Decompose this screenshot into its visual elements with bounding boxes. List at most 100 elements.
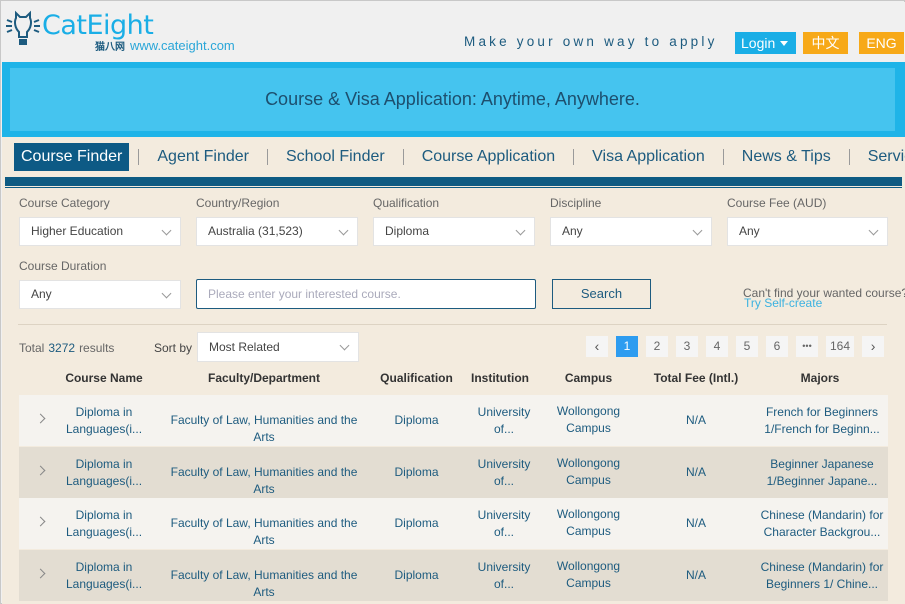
nav-services[interactable]: Services [859,143,905,171]
logo[interactable]: CatEight 猫八网 [6,10,154,53]
expand-row-chevron-icon[interactable] [35,568,46,579]
cell-majors: Chinese (Mandarin) for Character Backgrou… [757,507,887,540]
cell-course-name[interactable]: Diploma in Languages(i... [54,559,154,592]
cell-institution: University of... [464,559,544,592]
pagination-ellipsis[interactable]: ••• [796,336,818,357]
table-row[interactable]: Diploma in Languages(i... Faculty of Law, … [19,498,888,549]
divider [18,324,887,325]
nav-underline-thin [5,187,902,188]
cell-campus: Wollongong Campus [546,403,631,436]
chevron-down-icon [515,225,526,236]
column-header-faculty[interactable]: Faculty/Department [159,371,369,385]
majors-line: Chinese (Mandarin) for [760,560,884,574]
column-header-majors[interactable]: Majors [759,371,881,385]
login-label: Login [741,35,776,51]
site-url[interactable]: www.cateight.com [130,38,235,53]
institution-line: University [477,508,531,522]
majors-line: 1/French for Beginn... [764,421,880,436]
pagination-page-5[interactable]: 5 [736,336,758,357]
logo-chinese-text: 猫八网 [95,42,125,53]
pagination-page-last[interactable]: 164 [826,336,855,357]
discipline-select[interactable]: Any [550,217,712,246]
results-total: Total 3272 results [19,341,114,355]
course-name-line: Languages(i... [65,524,143,539]
banner-text: Course & Visa Application: Anytime, Anyw… [265,89,640,109]
course-name-line: Languages(i... [65,421,143,436]
language-english-button[interactable]: ENG [859,32,904,54]
campus-line: Wollongong [556,456,621,470]
cell-total-fee: N/A [685,568,706,582]
cell-course-name[interactable]: Diploma in Languages(i... [54,456,154,489]
nav-news-tips[interactable]: News & Tips [733,143,840,171]
pagination-page-6[interactable]: 6 [766,336,788,357]
cell-faculty: Faculty of Law, Humanities and the Arts [170,568,358,599]
search-button[interactable]: Search [552,279,651,309]
nav-separator [848,149,850,165]
cell-course-name[interactable]: Diploma in Languages(i... [54,507,154,540]
pagination-page-4[interactable]: 4 [706,336,728,357]
chevron-down-icon [161,288,172,299]
header: CatEight 猫八网 www.cateight.com Make your … [2,2,905,62]
nav-separator [573,149,575,165]
cell-majors: French for Beginners 1/French for Beginn.… [757,404,887,437]
discipline-label: Discipline [550,196,602,210]
banner: Course & Visa Application: Anytime, Anyw… [2,62,905,137]
course-category-select[interactable]: Higher Education [19,217,181,246]
course-search-input[interactable] [196,279,536,309]
campus-line: Campus [566,575,611,590]
language-chinese-button[interactable]: 中文 [803,32,848,54]
cell-faculty: Faculty of Law, Humanities and the Arts [170,465,358,496]
majors-line: 1/Beginner Japane... [766,473,878,488]
pagination-next-button[interactable]: › [862,336,885,357]
cell-qualification: Diploma [394,465,439,479]
table-header: Course Name Faculty/Department Qualifica… [19,371,888,389]
column-header-total-fee[interactable]: Total Fee (Intl.) [641,371,751,385]
course-name-line: Languages(i... [65,473,143,488]
column-header-qualification[interactable]: Qualification [374,371,459,385]
table-row[interactable]: Diploma in Languages(i... Faculty of Law, … [19,447,888,498]
table-row[interactable]: Diploma in Languages(i... Faculty of Law, … [19,395,888,446]
qualification-label: Qualification [373,196,440,210]
column-header-campus[interactable]: Campus [546,371,631,385]
country-region-value: Australia (31,523) [208,224,303,238]
nav-visa-application[interactable]: Visa Application [583,143,714,171]
nav-course-application[interactable]: Course Application [413,143,564,171]
qualification-select[interactable]: Diploma [373,217,535,246]
course-fee-select[interactable]: Any [727,217,888,246]
cell-campus: Wollongong Campus [546,558,631,591]
expand-row-chevron-icon[interactable] [35,516,46,527]
institution-line: of... [493,421,514,436]
caret-down-icon [780,41,789,46]
main-content: Course Finder Agent Finder School Finder… [2,137,905,604]
expand-row-chevron-icon[interactable] [35,465,46,476]
course-duration-select[interactable]: Any [19,280,181,309]
pagination-page-2[interactable]: 2 [646,336,668,357]
course-category-value: Higher Education [31,224,124,238]
expand-row-chevron-icon[interactable] [35,413,46,424]
nav-school-finder[interactable]: School Finder [277,143,394,171]
sort-by-select[interactable]: Most Related [197,332,359,362]
campus-line: Wollongong [556,559,621,573]
nav-separator [722,149,724,165]
course-fee-label: Course Fee (AUD) [727,196,827,210]
table-row[interactable]: Diploma in Languages(i... Faculty of Law, … [19,550,888,601]
nav-agent-finder[interactable]: Agent Finder [148,143,258,171]
login-button[interactable]: Login [735,32,796,54]
country-region-select[interactable]: Australia (31,523) [196,217,358,246]
pagination-prev-button[interactable]: ‹ [586,336,608,357]
cell-institution: University of... [464,404,544,437]
column-header-institution[interactable]: Institution [464,371,536,385]
chevron-down-icon [868,225,879,236]
column-header-course-name[interactable]: Course Name [49,371,159,385]
nav-course-finder[interactable]: Course Finder [14,143,130,171]
self-create-link[interactable]: Try Self-create [744,297,822,309]
institution-line: of... [493,473,514,488]
pagination-page-1[interactable]: 1 [616,336,638,357]
nav-underline-bar [5,177,902,186]
course-name-line: Diploma in [75,405,133,419]
cell-total-fee: N/A [685,413,706,427]
pagination-page-3[interactable]: 3 [676,336,698,357]
cell-course-name[interactable]: Diploma in Languages(i... [54,404,154,437]
institution-line: of... [493,576,514,591]
chevron-down-icon [161,225,172,236]
